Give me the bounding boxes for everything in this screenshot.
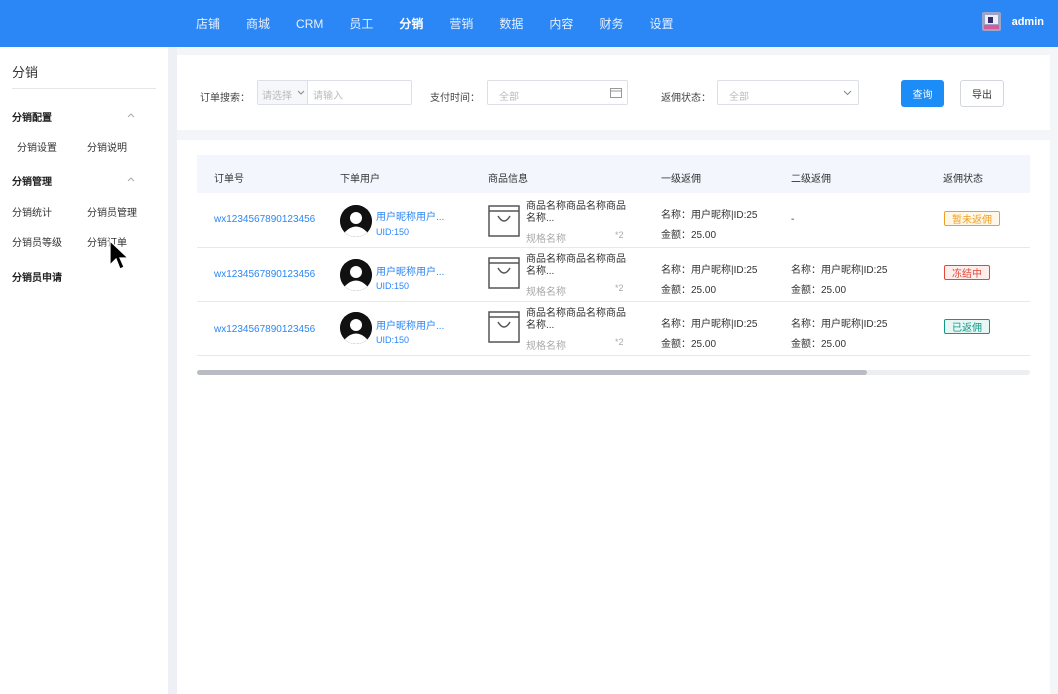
order-number-link[interactable]: wx1234567890123456	[214, 214, 315, 225]
horizontal-scrollbar[interactable]	[197, 370, 1030, 375]
sidebar-group-management[interactable]: 分销管理	[12, 173, 52, 188]
admin-avatar	[981, 12, 1001, 31]
product-quantity: *2	[615, 337, 624, 347]
topnav-item-data[interactable]: 数据	[499, 15, 523, 32]
sidebar-separator	[168, 47, 177, 694]
product-spec: 规格名称	[526, 341, 566, 352]
user-name-link[interactable]: 用户昵称用户...	[376, 317, 444, 332]
shopping-bag-icon	[488, 311, 520, 343]
level2-commission-name: 名称：用户昵称|ID:25	[791, 265, 888, 276]
sidebar-item-distribution-settings[interactable]: 分销设置	[17, 139, 57, 154]
level1-commission-name: 名称：用户昵称|ID:25	[661, 210, 758, 221]
topnav-item-crm[interactable]: CRM	[296, 17, 323, 31]
column-header-user: 下单用户	[340, 174, 380, 185]
level2-commission-name: -	[791, 214, 795, 225]
user-id: UID:150	[376, 335, 410, 345]
product-name: 商品名称商品名称商品名称...	[526, 201, 626, 224]
export-button[interactable]: 导出	[960, 80, 1004, 107]
table-header	[197, 155, 1030, 193]
calendar-icon	[610, 88, 622, 98]
chevron-up-icon[interactable]	[127, 111, 135, 119]
user-id: UID:150	[376, 227, 410, 237]
row-divider	[197, 355, 1030, 356]
user-id: UID:150	[376, 281, 410, 291]
topnav-item-mall[interactable]: 商城	[246, 15, 270, 32]
level2-commission-amount: 金额：25.00	[791, 339, 847, 350]
scrollbar-thumb[interactable]	[197, 370, 867, 375]
user-avatar-icon	[340, 205, 372, 237]
user-name-link[interactable]: 用户昵称用户...	[376, 208, 444, 223]
sidebar-group-applications[interactable]: 分销员申请	[12, 269, 62, 284]
product-spec: 规格名称	[526, 287, 566, 298]
sidebar: 分销 分销配置 分销设置 分销说明 分销管理 分销统计 分销员管理 分销员等级 …	[0, 47, 168, 694]
mouse-pointer-icon	[109, 240, 130, 270]
user-avatar-icon	[340, 312, 372, 344]
search-input[interactable]: 请输入	[313, 87, 343, 102]
topnav-item-finance[interactable]: 财务	[599, 15, 623, 32]
status-badge: 冻结中	[944, 265, 990, 280]
search-type-placeholder: 请选择	[262, 91, 292, 102]
commission-status-label: 返佣状态：	[661, 93, 711, 104]
query-button[interactable]: 查询	[901, 80, 944, 107]
topnav-item-marketing[interactable]: 营销	[449, 15, 473, 32]
topnav-item-distribution[interactable]: 分销	[399, 15, 423, 32]
status-badge: 已返佣	[944, 319, 990, 334]
order-search-group: 请选择 请输入	[257, 80, 412, 105]
level2-commission-amount: 金额：25.00	[791, 285, 847, 296]
column-header-product: 商品信息	[488, 174, 528, 185]
sidebar-item-distributor-management[interactable]: 分销员管理	[87, 204, 137, 219]
sidebar-title: 分销	[12, 65, 39, 80]
level1-commission-amount: 金额：25.00	[661, 339, 717, 350]
topnav-item-store[interactable]: 店铺	[196, 15, 220, 32]
product-quantity: *2	[615, 230, 624, 240]
sidebar-group-config[interactable]: 分销配置	[12, 109, 52, 124]
level1-commission-amount: 金额：25.00	[661, 285, 717, 296]
sidebar-item-distribution-stats[interactable]: 分销统计	[12, 204, 52, 219]
pay-time-picker[interactable]: 全部	[487, 80, 628, 105]
pay-time-label: 支付时间：	[430, 93, 480, 104]
filter-panel: 订单搜索： 请选择 请输入 支付时间： 全部 返佣状态： 全部 查询 导出	[177, 55, 1050, 130]
admin-name: admin	[1011, 15, 1044, 28]
product-quantity: *2	[615, 283, 624, 293]
top-nav-menu: 店铺 商城 CRM 员工 分销 营销 数据 内容 财务 设置	[196, 0, 699, 47]
order-number-link[interactable]: wx1234567890123456	[214, 269, 315, 280]
pay-time-value: 全部	[499, 92, 519, 103]
commission-status-select[interactable]: 全部	[717, 80, 859, 105]
product-name: 商品名称商品名称商品名称...	[526, 308, 626, 331]
commission-status-value: 全部	[729, 92, 749, 103]
status-badge: 暂未返佣	[944, 211, 1000, 226]
user-menu[interactable]: admin	[981, 12, 1044, 31]
column-header-status: 返佣状态	[943, 174, 983, 185]
column-header-order-no: 订单号	[214, 174, 244, 185]
search-type-select[interactable]: 请选择	[258, 81, 308, 104]
orders-table-panel: 订单号 下单用户 商品信息 一级返佣 二级返佣 返佣状态 wx123456789…	[177, 140, 1050, 694]
user-name-link[interactable]: 用户昵称用户...	[376, 263, 444, 278]
order-search-label: 订单搜索：	[200, 93, 250, 104]
column-header-level2: 二级返佣	[791, 174, 831, 185]
sidebar-item-distributor-levels[interactable]: 分销员等级	[12, 234, 62, 249]
product-name: 商品名称商品名称商品名称...	[526, 254, 626, 277]
chevron-up-icon[interactable]	[127, 175, 135, 183]
chevron-down-icon	[297, 90, 305, 95]
sidebar-divider	[12, 88, 156, 89]
topnav-item-content[interactable]: 内容	[549, 15, 573, 32]
row-divider	[197, 247, 1030, 248]
product-spec: 规格名称	[526, 234, 566, 245]
user-avatar-icon	[340, 259, 372, 291]
row-divider	[197, 301, 1030, 302]
order-number-link[interactable]: wx1234567890123456	[214, 324, 315, 335]
level1-commission-amount: 金额：25.00	[661, 230, 717, 241]
level2-commission-name: 名称：用户昵称|ID:25	[791, 319, 888, 330]
topnav-item-settings[interactable]: 设置	[649, 15, 673, 32]
topnav-item-staff[interactable]: 员工	[349, 15, 373, 32]
top-navbar: 店铺 商城 CRM 员工 分销 营销 数据 内容 财务 设置 admin	[0, 0, 1058, 47]
chevron-down-icon	[843, 90, 852, 96]
level1-commission-name: 名称：用户昵称|ID:25	[661, 265, 758, 276]
level1-commission-name: 名称：用户昵称|ID:25	[661, 319, 758, 330]
column-header-level1: 一级返佣	[661, 174, 701, 185]
shopping-bag-icon	[488, 257, 520, 289]
sidebar-item-distribution-description[interactable]: 分销说明	[87, 139, 127, 154]
shopping-bag-icon	[488, 205, 520, 237]
